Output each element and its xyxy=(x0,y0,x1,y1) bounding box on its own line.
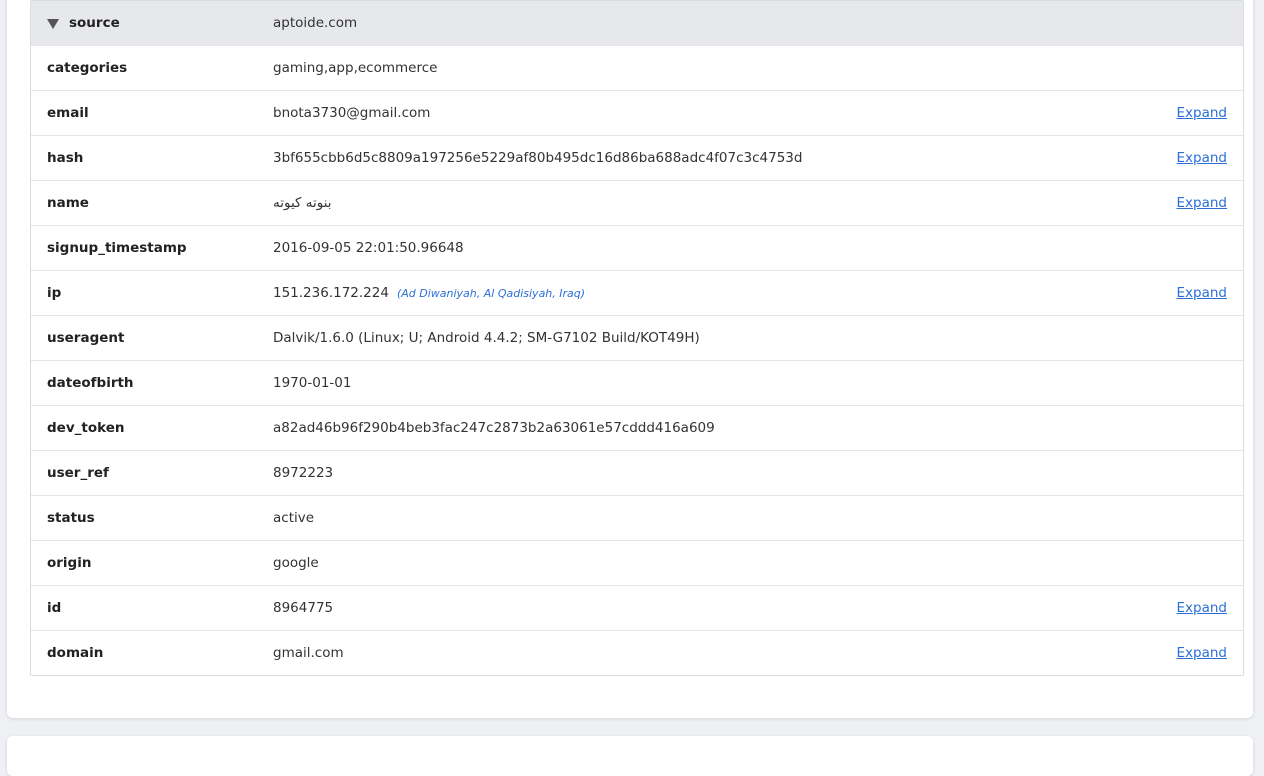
field-key: domain xyxy=(47,645,104,661)
field-key: signup_timestamp xyxy=(47,240,187,256)
table-row: origin google xyxy=(31,540,1243,585)
field-key-source: source xyxy=(69,15,120,31)
field-key: categories xyxy=(47,60,128,76)
table-row: email bnota3730@gmail.com Expand xyxy=(31,90,1243,135)
table-row: id 8964775 Expand xyxy=(31,585,1243,630)
table-row: dev_token a82ad46b96f290b4beb3fac247c287… xyxy=(31,405,1243,450)
next-record-card xyxy=(7,736,1253,776)
field-key: email xyxy=(47,105,89,121)
record-card: source aptoide.com categories gaming,app… xyxy=(7,0,1253,718)
field-value: 151.236.172.224 (Ad Diwaniyah, Al Qadisiy… xyxy=(273,285,1243,301)
table-row: status active xyxy=(31,495,1243,540)
table-row: name بنوته كيوته Expand xyxy=(31,180,1243,225)
record-table: source aptoide.com categories gaming,app… xyxy=(30,0,1244,676)
field-key: id xyxy=(47,600,62,616)
record-header-row[interactable]: source aptoide.com xyxy=(31,1,1243,45)
caret-down-icon[interactable] xyxy=(47,18,59,29)
table-row: hash 3bf655cbb6d5c8809a197256e5229af80b4… xyxy=(31,135,1243,180)
expand-link-hash[interactable]: Expand xyxy=(1177,150,1228,166)
field-value: 8972223 xyxy=(273,465,334,481)
field-value: a82ad46b96f290b4beb3fac247c2873b2a63061e… xyxy=(273,420,715,436)
field-value: 3bf655cbb6d5c8809a197256e5229af80b495dc1… xyxy=(273,150,803,166)
field-value: bnota3730@gmail.com xyxy=(273,105,431,121)
field-key: dev_token xyxy=(47,420,125,436)
ip-geolocation: (Ad Diwaniyah, Al Qadisiyah, Iraq) xyxy=(396,287,586,300)
field-key: name xyxy=(47,195,89,211)
field-key: useragent xyxy=(47,330,125,346)
table-row: signup_timestamp 2016-09-05 22:01:50.966… xyxy=(31,225,1243,270)
field-value: 8964775 xyxy=(273,600,334,616)
field-value: google xyxy=(273,555,319,571)
ip-address: 151.236.172.224 xyxy=(273,285,389,301)
field-key: user_ref xyxy=(47,465,109,481)
expand-link-domain[interactable]: Expand xyxy=(1177,645,1228,661)
expand-link-ip[interactable]: Expand xyxy=(1177,285,1228,301)
field-value: gaming,app,ecommerce xyxy=(273,60,438,76)
field-value-source: aptoide.com xyxy=(273,15,358,31)
table-row: ip 151.236.172.224 (Ad Diwaniyah, Al Qadi… xyxy=(31,270,1243,315)
table-row: domain gmail.com Expand xyxy=(31,630,1243,675)
table-row: dateofbirth 1970-01-01 xyxy=(31,360,1243,405)
table-row: user_ref 8972223 xyxy=(31,450,1243,495)
field-key: origin xyxy=(47,555,92,571)
expand-link-name[interactable]: Expand xyxy=(1177,195,1228,211)
expand-link-email[interactable]: Expand xyxy=(1177,105,1228,121)
field-value: Dalvik/1.6.0 (Linux; U; Android 4.4.2; S… xyxy=(273,330,700,346)
record-header-key[interactable]: source xyxy=(31,15,273,31)
expand-link-id[interactable]: Expand xyxy=(1177,600,1228,616)
field-value: بنوته كيوته xyxy=(273,195,332,211)
table-row: categories gaming,app,ecommerce xyxy=(31,45,1243,90)
field-value: gmail.com xyxy=(273,645,344,661)
field-key: hash xyxy=(47,150,84,166)
table-row: useragent Dalvik/1.6.0 (Linux; U; Androi… xyxy=(31,315,1243,360)
field-value: active xyxy=(273,510,315,526)
field-value: 2016-09-05 22:01:50.96648 xyxy=(273,240,464,256)
field-key: ip xyxy=(47,285,62,301)
field-value: 1970-01-01 xyxy=(273,375,352,391)
field-key: dateofbirth xyxy=(47,375,134,391)
field-key: status xyxy=(47,510,95,526)
